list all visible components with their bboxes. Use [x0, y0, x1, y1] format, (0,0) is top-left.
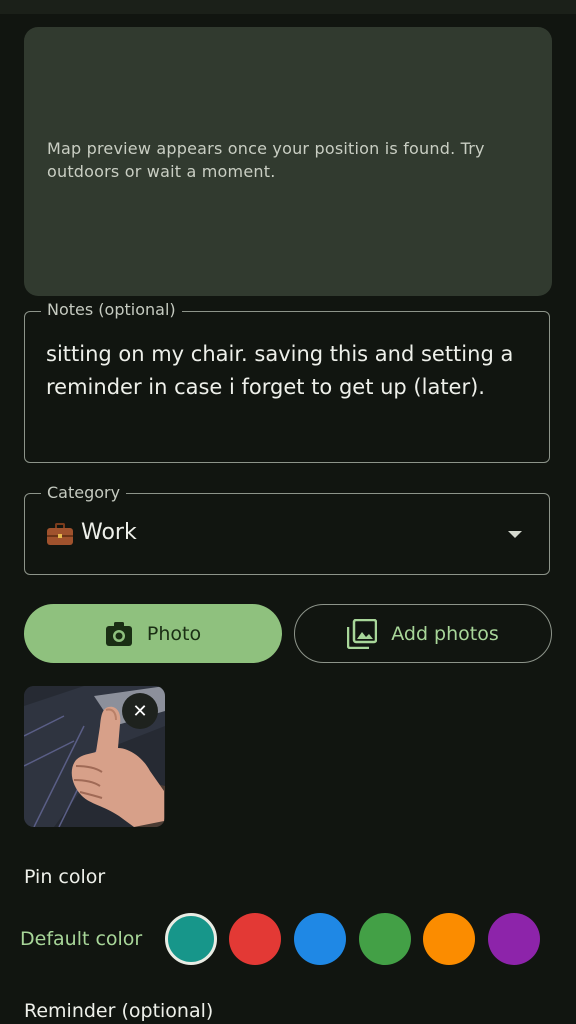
category-select[interactable]: Category Work — [24, 482, 550, 575]
photo-button-label: Photo — [146, 622, 202, 645]
category-value-text: Work — [81, 520, 137, 545]
dropdown-arrow-icon[interactable] — [508, 531, 522, 538]
color-swatch-red[interactable] — [229, 913, 281, 965]
category-value: Work — [47, 520, 137, 545]
default-color-label[interactable]: Default color — [20, 928, 142, 950]
notes-label: Notes (optional) — [41, 299, 182, 321]
color-swatch-blue[interactable] — [294, 913, 346, 965]
close-icon: ✕ — [132, 700, 148, 722]
notes-input[interactable]: sitting on my chair. saving this and set… — [46, 338, 526, 404]
color-swatch-purple[interactable] — [488, 913, 540, 965]
add-photos-button[interactable]: Add photos — [294, 604, 552, 663]
color-swatch-teal[interactable] — [165, 913, 217, 965]
add-photos-button-label: Add photos — [391, 622, 499, 645]
attached-photo-thumbnail[interactable]: ✕ — [24, 686, 165, 827]
notes-field[interactable]: Notes (optional) sitting on my chair. sa… — [24, 299, 550, 463]
gallery-icon — [347, 618, 378, 649]
camera-icon — [105, 621, 132, 646]
color-swatch-green[interactable] — [359, 913, 411, 965]
map-placeholder-text: Map preview appears once your position i… — [47, 139, 485, 181]
remove-photo-button[interactable]: ✕ — [122, 693, 158, 729]
photo-button[interactable]: Photo — [24, 604, 282, 663]
pin-color-title: Pin color — [24, 866, 106, 888]
category-label: Category — [41, 482, 127, 504]
status-bar — [0, 0, 576, 14]
briefcase-icon — [47, 522, 73, 545]
color-swatch-orange[interactable] — [423, 913, 475, 965]
map-preview: Map preview appears once your position i… — [24, 27, 552, 296]
reminder-title: Reminder (optional) — [24, 1000, 214, 1022]
